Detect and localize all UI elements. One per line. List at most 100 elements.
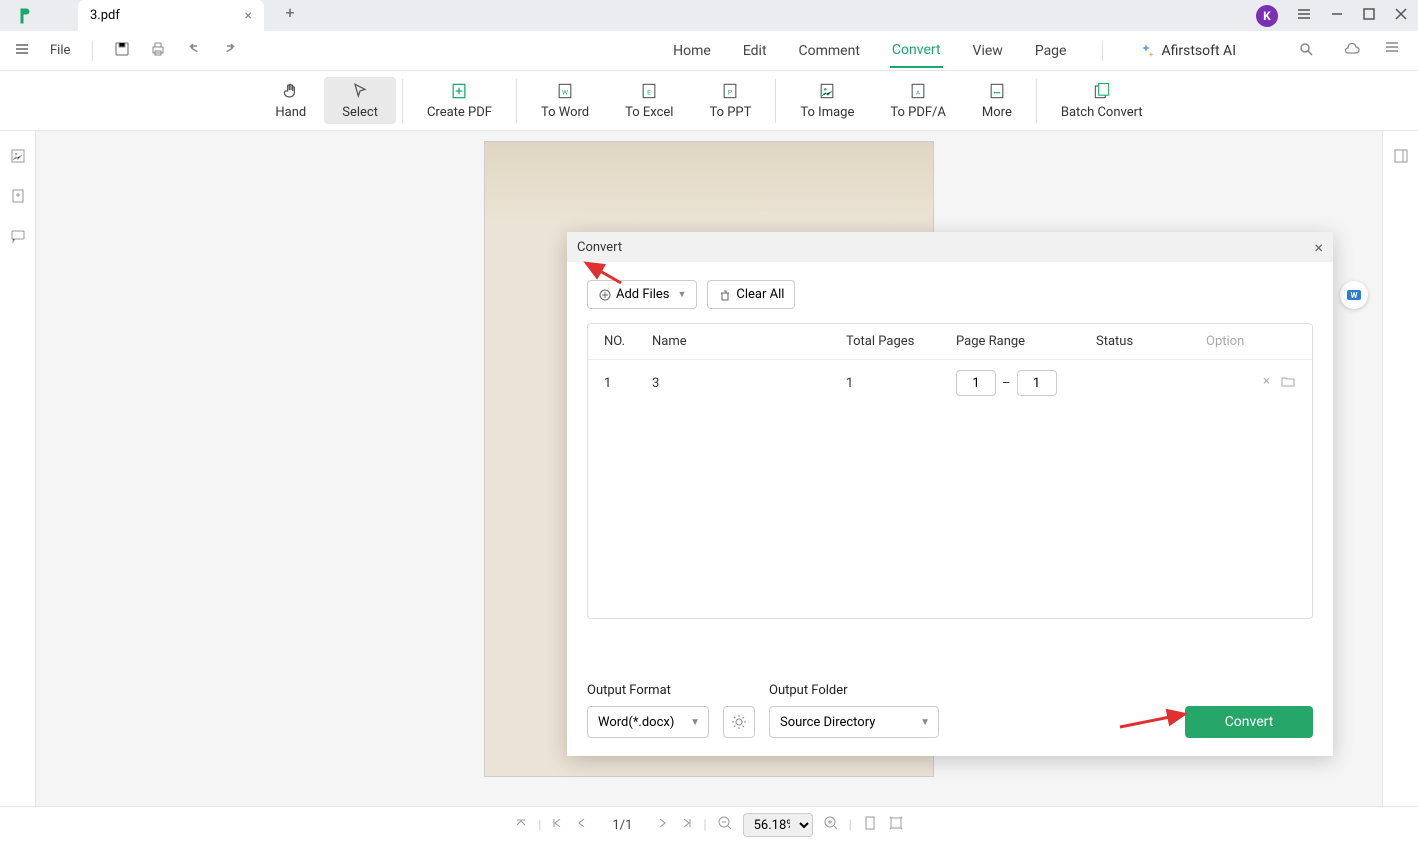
maximize-icon[interactable] bbox=[1362, 6, 1376, 25]
cell-name: 3 bbox=[652, 376, 846, 391]
titlebar: 3.pdf × + K bbox=[0, 0, 1418, 31]
add-files-button[interactable]: Add Files ▼ bbox=[587, 280, 697, 309]
files-table: NO. Name Total Pages Page Range Status O… bbox=[587, 323, 1313, 619]
dialog-close-icon[interactable]: × bbox=[1314, 238, 1323, 257]
fit-page-icon[interactable] bbox=[862, 815, 878, 835]
bookmark-add-icon[interactable] bbox=[9, 187, 27, 209]
user-avatar[interactable]: K bbox=[1256, 5, 1278, 27]
chevron-down-icon: ▼ bbox=[920, 717, 930, 728]
remove-row-icon[interactable]: × bbox=[1263, 374, 1270, 392]
zoom-out-icon[interactable] bbox=[717, 815, 733, 835]
ribbon-toolbar: Hand Select Create PDF W To Word E To Ex… bbox=[0, 71, 1418, 131]
cloud-icon[interactable] bbox=[1338, 35, 1366, 67]
col-option: Option bbox=[1206, 334, 1296, 349]
minimize-icon[interactable] bbox=[1330, 6, 1344, 25]
print-icon[interactable] bbox=[145, 36, 171, 66]
divider bbox=[775, 79, 776, 123]
divider bbox=[516, 79, 517, 123]
menu-comment[interactable]: Comment bbox=[797, 35, 862, 67]
collapse-icon[interactable] bbox=[1380, 35, 1404, 67]
col-no: NO. bbox=[604, 334, 652, 349]
new-tab-button[interactable]: + bbox=[278, 0, 302, 24]
dialog-footer: Output Format Word(*.docx) ▼ Output Fold… bbox=[587, 683, 1313, 738]
svg-text:P: P bbox=[728, 88, 732, 96]
divider bbox=[402, 79, 403, 123]
close-window-icon[interactable] bbox=[1394, 6, 1408, 25]
output-format-select[interactable]: Word(*.docx) ▼ bbox=[587, 706, 709, 738]
to-pdfa[interactable]: A To PDF/A bbox=[872, 77, 964, 124]
col-range: Page Range bbox=[956, 334, 1096, 349]
select-tool[interactable]: Select bbox=[324, 77, 396, 124]
menu-edit[interactable]: Edit bbox=[741, 35, 769, 67]
table-row[interactable]: 1 3 1 – × bbox=[588, 360, 1312, 406]
divider bbox=[1102, 41, 1103, 61]
document-tab[interactable]: 3.pdf × bbox=[78, 0, 264, 31]
range-from-input[interactable] bbox=[956, 370, 996, 396]
menu-page[interactable]: Page bbox=[1033, 35, 1069, 67]
convert-dialog: Convert × Add Files ▼ Clear All NO. Name… bbox=[567, 232, 1333, 756]
zoom-in-icon[interactable] bbox=[823, 815, 839, 835]
clear-all-button[interactable]: Clear All bbox=[707, 280, 795, 309]
col-status: Status bbox=[1096, 334, 1206, 349]
dialog-titlebar[interactable]: Convert × bbox=[567, 232, 1333, 262]
menu-convert[interactable]: Convert bbox=[890, 34, 943, 68]
save-icon[interactable] bbox=[109, 36, 135, 66]
svg-text:W: W bbox=[562, 88, 568, 96]
scroll-top-icon[interactable] bbox=[514, 816, 528, 834]
menu-home[interactable]: Home bbox=[671, 35, 713, 67]
output-folder-select[interactable]: Source Directory ▼ bbox=[769, 706, 939, 738]
prev-page-icon[interactable] bbox=[575, 816, 589, 834]
divider bbox=[1036, 79, 1037, 123]
to-excel[interactable]: E To Excel bbox=[607, 77, 691, 124]
cell-total: 1 bbox=[846, 376, 956, 391]
svg-text:A: A bbox=[916, 90, 920, 96]
format-settings-button[interactable] bbox=[723, 706, 755, 738]
undo-icon[interactable] bbox=[181, 36, 207, 66]
divider bbox=[92, 41, 93, 61]
output-folder-label: Output Folder bbox=[769, 683, 939, 698]
page-number-field[interactable] bbox=[599, 818, 645, 833]
svg-text:W: W bbox=[1351, 291, 1358, 300]
redo-icon[interactable] bbox=[217, 36, 243, 66]
tab-title: 3.pdf bbox=[90, 8, 120, 23]
cell-range: – bbox=[956, 370, 1096, 396]
to-ppt[interactable]: P To PPT bbox=[691, 77, 769, 124]
comments-icon[interactable] bbox=[9, 227, 27, 249]
open-folder-icon[interactable] bbox=[1280, 374, 1296, 392]
menu-view[interactable]: View bbox=[971, 35, 1005, 67]
window-controls: K bbox=[1256, 5, 1418, 27]
page-decoration bbox=[485, 142, 933, 222]
close-tab-icon[interactable]: × bbox=[245, 8, 252, 24]
zoom-select[interactable]: 56.18% bbox=[743, 813, 813, 837]
cell-no: 1 bbox=[604, 376, 652, 391]
range-to-input[interactable] bbox=[1017, 370, 1057, 396]
statusbar: | | 56.18% | bbox=[0, 806, 1418, 843]
next-page-icon[interactable] bbox=[655, 816, 669, 834]
create-pdf[interactable]: Create PDF bbox=[409, 77, 510, 124]
ai-label: Afirstsoft AI bbox=[1161, 43, 1236, 59]
to-image[interactable]: To Image bbox=[782, 77, 872, 124]
first-page-icon[interactable] bbox=[551, 816, 565, 834]
floating-word-badge[interactable]: W bbox=[1340, 281, 1368, 309]
dialog-title: Convert bbox=[577, 240, 622, 255]
output-format-label: Output Format bbox=[587, 683, 709, 698]
app-logo bbox=[12, 3, 38, 29]
col-total: Total Pages bbox=[846, 334, 956, 349]
convert-button[interactable]: Convert bbox=[1185, 706, 1313, 738]
left-sidebar bbox=[0, 131, 36, 806]
panel-icon[interactable] bbox=[1392, 147, 1410, 169]
to-word[interactable]: W To Word bbox=[523, 77, 607, 124]
thumbnails-icon[interactable] bbox=[9, 147, 27, 169]
search-icon[interactable] bbox=[1294, 37, 1318, 65]
last-page-icon[interactable] bbox=[679, 816, 693, 834]
hand-tool[interactable]: Hand bbox=[257, 77, 324, 124]
batch-convert[interactable]: Batch Convert bbox=[1043, 77, 1161, 124]
hamburger-icon[interactable] bbox=[1296, 6, 1312, 26]
more-convert[interactable]: More bbox=[964, 77, 1030, 124]
file-menu[interactable]: File bbox=[44, 39, 76, 62]
fit-width-icon[interactable] bbox=[888, 815, 904, 835]
ai-button[interactable]: Afirstsoft AI bbox=[1137, 42, 1236, 60]
menubar: File Home Edit Comment Convert View Page… bbox=[0, 31, 1418, 71]
chevron-down-icon: ▼ bbox=[677, 289, 686, 300]
menu-icon[interactable] bbox=[10, 37, 34, 65]
